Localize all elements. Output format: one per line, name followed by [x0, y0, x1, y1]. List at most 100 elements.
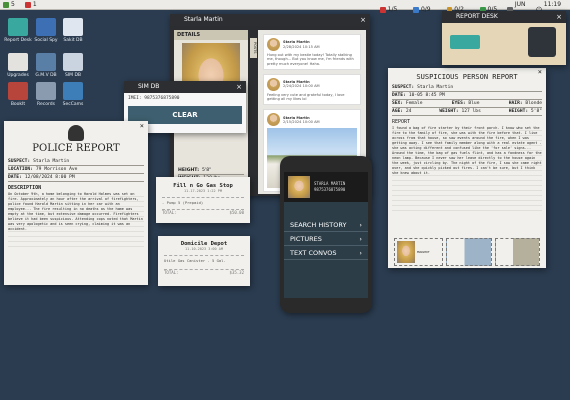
close-icon[interactable]: × [140, 122, 144, 130]
total-label: TOTAL: [162, 210, 177, 215]
sakit-db-icon [63, 18, 83, 36]
desktop-label: Sakit DB [63, 38, 83, 43]
desktop-label: Records [37, 102, 55, 107]
folder-icon[interactable] [413, 7, 419, 13]
desktop-label: G.M.V DB [35, 73, 57, 78]
post-text: Hung out with my bestie today! Totally s… [267, 53, 354, 66]
field-label: WEIGHT: [439, 109, 459, 114]
domicile-receipt: Domicile Depot 11-10-2023 3:00 AM Utile … [158, 236, 250, 286]
detail-height: HEIGHT: 5'8" [178, 167, 244, 175]
total-label: TOTAL: [164, 270, 179, 275]
evidence-slot[interactable] [494, 238, 540, 266]
money-count: 5 [11, 1, 15, 8]
police-date-row: DATE: 12/08/2024 8:00 PM [8, 174, 144, 182]
field-label: DATE: [8, 175, 22, 180]
suspicious-report-title: SUSPICIOUS PERSON REPORT [416, 73, 518, 81]
report-label: REPORT [392, 119, 411, 125]
thumb-label: MUGSHOT [417, 250, 430, 254]
post-text: Feeling very cute and grateful today, I … [267, 92, 345, 102]
field-label: HAIR: [508, 101, 523, 106]
tab-posts[interactable]: POSTS [250, 38, 257, 58]
sim-db-titlebar[interactable]: SIM DB × [124, 81, 246, 93]
imei-line: IMEI: 9875376875890 [124, 93, 246, 104]
desktop-icon-seccams[interactable]: SecCams [58, 82, 88, 107]
imei-value: 9875376875890 [144, 96, 180, 101]
post-card: Starla Martin 2/24/2024 10:00 AM Feeling v… [263, 73, 361, 106]
police-suspect-row: SUSPECT: Starla Martin [8, 158, 144, 166]
field-label: DATE: [392, 93, 406, 98]
bookit-icon [8, 82, 28, 100]
desktop-icon-sim-db[interactable]: SIM DB [58, 53, 88, 78]
total-value: $35.32 [229, 270, 244, 275]
menu-label: PICTURES [290, 235, 322, 243]
suspicious-report-window: × SUSPICIOUS PERSON REPORT SUSPECT: Starl… [388, 68, 546, 268]
phone-menu-text-convos[interactable]: TEXT CONVOS › [284, 246, 368, 260]
chevron-right-icon: › [359, 221, 362, 229]
description-text: On October 9th, a home belonging to Haro… [8, 192, 144, 250]
desktop-icon-upgrades[interactable]: Upgrades [3, 53, 33, 78]
desktop-label: Upgrades [7, 73, 29, 78]
field-value: 10-05 8:45 PM [408, 93, 445, 98]
receipt-total: TOTAL: $50.00 [162, 209, 244, 215]
phone-device: STARLA MARTIN 9875376875890 SEARCH HISTOR… [280, 156, 372, 313]
report-desk-titlebar[interactable]: REPORT DESK × [442, 11, 566, 23]
desktop-icon-bookit[interactable]: BookIt [3, 82, 33, 107]
imei-label: IMEI: [128, 96, 142, 101]
field-value: Starla Martin [33, 159, 70, 164]
desktop-icon-sakit-db[interactable]: Sakit DB [58, 18, 88, 43]
seccams-icon [63, 82, 83, 100]
social-spy-titlebar[interactable]: Starla Martin × [170, 14, 370, 26]
case-icon[interactable] [380, 7, 386, 13]
desktop-icon-social-spy[interactable]: Social Spy [31, 18, 61, 43]
post-date: 2/15/2024 10:00 AM [283, 119, 320, 124]
money-icon [3, 2, 9, 8]
receipt-item: - Pump 5 (Prepaid) [162, 197, 244, 205]
phone-header: STARLA MARTIN 9875376875890 [284, 172, 368, 202]
field-label: EYES: [451, 101, 466, 106]
close-icon[interactable]: × [360, 14, 366, 26]
evidence-slot[interactable]: MUGSHOT [394, 238, 444, 266]
desktop-label: Report Desk [4, 38, 32, 43]
police-report-window: × POLICE REPORT SUSPECT: Starla Martin LO… [4, 121, 148, 285]
tab-details[interactable]: DETAILS [174, 30, 248, 40]
post-date: 2/28/2024 10:15 AM [283, 44, 320, 49]
close-icon[interactable]: × [236, 81, 242, 93]
sim-db-title: SIM DB [138, 83, 160, 90]
desktop-label: SIM DB [64, 73, 82, 78]
sex-eyes-hair-row: SEX: Female EYES: Blue HAIR: Blonde [392, 100, 542, 108]
field-value: Female [405, 101, 423, 106]
upgrades-icon [8, 53, 28, 71]
desktop-icon-records[interactable]: Records [31, 82, 61, 107]
close-icon[interactable]: × [538, 68, 542, 76]
desktop-label: BookIt [10, 102, 26, 107]
field-value: 12/08/2024 8:00 PM [24, 175, 75, 180]
evidence-slot[interactable] [446, 238, 492, 266]
field-value: 24 [405, 109, 412, 114]
suspect-row: SUSPECT: Starla Martin [392, 84, 542, 92]
mugshot-thumb [397, 241, 415, 263]
field-label: SUSPECT: [8, 159, 31, 164]
telephone-icon[interactable] [528, 27, 556, 57]
desktop-icon-report-desk[interactable]: Report Desk [3, 18, 33, 43]
chevron-right-icon: › [359, 235, 362, 243]
menu-label: SEARCH HISTORY [290, 221, 347, 229]
avatar [267, 38, 280, 51]
field-value: 79 Morrison Ave [35, 167, 78, 172]
police-badge-icon [68, 125, 84, 141]
printer-icon[interactable] [450, 35, 480, 49]
desktop-icon-gmv-db[interactable]: G.M.V DB [31, 53, 61, 78]
post-card: Starla Martin 2/28/2024 10:15 AM Hung out … [263, 34, 361, 70]
avatar [267, 77, 280, 91]
field-value: 5'8" [530, 109, 542, 114]
field-label: SEX: [392, 101, 404, 106]
records-icon [36, 82, 56, 100]
receipt-date: 11-17-2023 1:22 PM [184, 189, 222, 193]
social-window-title: Starla Martin [184, 16, 223, 23]
phone-number: 9875376875890 [314, 187, 346, 192]
detail-label: HEIGHT: [178, 168, 200, 173]
phone-menu-pictures[interactable]: PICTURES › [284, 232, 368, 246]
phone-menu-search-history[interactable]: SEARCH HISTORY › [284, 218, 368, 232]
top-left-status: 5 1 [3, 0, 37, 10]
close-icon[interactable]: × [556, 11, 562, 23]
detail-value: 5'8" [202, 168, 212, 173]
